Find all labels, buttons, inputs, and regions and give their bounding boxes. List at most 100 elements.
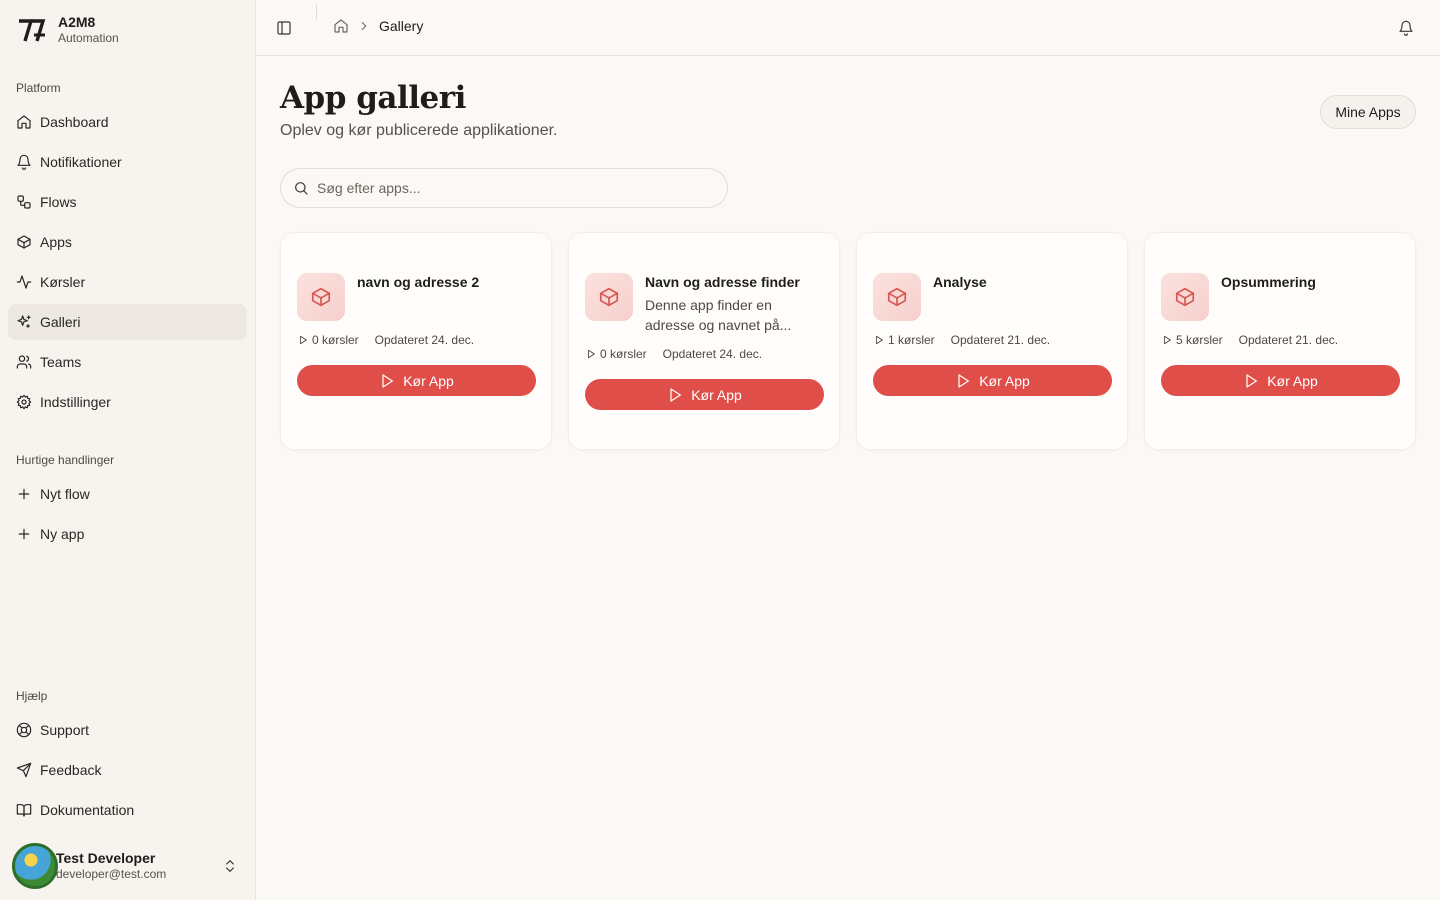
sidebar-item-label: Nyt flow xyxy=(40,486,90,502)
brand-logo xyxy=(19,19,46,42)
box-icon xyxy=(17,235,31,249)
play-icon xyxy=(958,373,970,388)
sparkles-icon xyxy=(17,315,31,328)
bell-icon xyxy=(17,154,31,170)
app-runs: 5 kørsler xyxy=(1176,333,1223,347)
app-icon xyxy=(585,273,633,321)
app-icon xyxy=(873,273,921,321)
users-icon xyxy=(16,355,32,369)
sidebar-item-indstillinger[interactable]: Indstillinger xyxy=(8,384,247,420)
app-card[interactable]: Opsummering 5 kørsler Opdateret 21. dec.… xyxy=(1144,232,1416,450)
play-icon xyxy=(1246,373,1258,388)
sidebar-item-label: Feedback xyxy=(40,762,102,778)
search-input[interactable] xyxy=(317,180,717,196)
breadcrumb: Gallery xyxy=(333,18,423,34)
app-meta: 1 kørsler Opdateret 21. dec. xyxy=(874,333,1050,347)
run-app-label: Kør App xyxy=(691,386,742,403)
section-label-platform: Platform xyxy=(16,81,61,95)
user-name: Test Developer xyxy=(56,850,156,866)
app-meta: 0 kørsler Opdateret 24. dec. xyxy=(586,347,762,361)
topbar: Gallery xyxy=(256,0,1440,56)
brand[interactable]: A2M8 Automation xyxy=(16,14,119,46)
box-icon xyxy=(311,287,331,307)
app-runs: 0 kørsler xyxy=(600,347,647,361)
sidebar-item-nyt-flow[interactable]: Nyt flow xyxy=(8,476,247,512)
sidebar-item-label: Dashboard xyxy=(40,114,109,130)
play-icon xyxy=(670,387,682,402)
home-icon[interactable] xyxy=(333,18,349,34)
sidebar-item-teams[interactable]: Teams xyxy=(8,344,247,380)
app-card[interactable]: Navn og adresse finder Denne app finder … xyxy=(568,232,840,450)
app-meta: 0 kørsler Opdateret 24. dec. xyxy=(298,333,474,347)
sidebar-item-support[interactable]: Support xyxy=(8,712,247,748)
page-title: App galleri xyxy=(280,80,466,116)
run-app-button[interactable]: Kør App xyxy=(585,379,824,410)
app-card[interactable]: navn og adresse 2 0 kørsler Opdateret 24… xyxy=(280,232,552,450)
app-updated: Opdateret 24. dec. xyxy=(374,333,475,347)
app-runs: 1 kørsler xyxy=(888,333,935,347)
sidebar-item-label: Dokumentation xyxy=(40,802,135,818)
app-icon xyxy=(1161,273,1209,321)
plus-icon xyxy=(18,488,30,500)
sidebar-item-label: Flows xyxy=(40,194,77,210)
app-card[interactable]: Analyse 1 kørsler Opdateret 21. dec. Kør… xyxy=(856,232,1128,450)
gear-icon xyxy=(16,394,32,410)
chevrons-up-down-icon xyxy=(226,860,234,872)
sidebar-item-feedback[interactable]: Feedback xyxy=(8,752,247,788)
chevron-right-icon xyxy=(361,21,367,31)
sidebar-item-label: Support xyxy=(40,722,90,738)
sidebar-item-label: Kørsler xyxy=(40,274,86,290)
home-icon xyxy=(17,115,31,129)
run-app-label: Kør App xyxy=(979,372,1030,389)
sidebar-item-dokumentation[interactable]: Dokumentation xyxy=(8,792,247,828)
sidebar-toggle-icon[interactable] xyxy=(276,20,292,36)
run-app-label: Kør App xyxy=(403,372,454,389)
app-name: Analyse xyxy=(933,274,987,290)
sidebar-item-apps[interactable]: Apps xyxy=(8,224,247,260)
sidebar-item-label: Galleri xyxy=(40,314,81,330)
section-label-help: Hjælp xyxy=(16,689,48,703)
search-icon xyxy=(295,182,308,195)
search-box xyxy=(280,168,728,208)
sidebar-item-galleri[interactable]: Galleri xyxy=(8,304,247,340)
app-meta: 5 kørsler Opdateret 21. dec. xyxy=(1162,333,1338,347)
sidebar-item-notifikationer[interactable]: Notifikationer xyxy=(8,144,247,180)
app-updated: Opdateret 24. dec. xyxy=(662,347,763,361)
run-app-button[interactable]: Kør App xyxy=(297,365,536,396)
app-updated: Opdateret 21. dec. xyxy=(950,333,1051,347)
sidebar-item-flows[interactable]: Flows xyxy=(8,184,247,220)
app-name: Navn og adresse finder xyxy=(645,274,800,290)
user-menu[interactable]: Test Developer developer@test.com xyxy=(12,840,248,892)
run-app-label: Kør App xyxy=(1267,372,1318,389)
app-description: Denne app finder en adresse og navnet på… xyxy=(645,297,792,333)
sidebar-item-label: Ny app xyxy=(40,526,85,542)
play-icon xyxy=(382,373,394,388)
brand-subtitle: Automation xyxy=(58,31,119,45)
avatar xyxy=(12,843,58,889)
app-icon xyxy=(297,273,345,321)
book-icon xyxy=(16,804,32,817)
box-icon xyxy=(887,287,907,307)
plus-icon xyxy=(18,528,30,540)
sidebar-item-dashboard[interactable]: Dashboard xyxy=(8,104,247,140)
mine-apps-button[interactable]: Mine Apps xyxy=(1320,95,1416,129)
platform-nav: Dashboard Notifikationer Flows Apps Kørs… xyxy=(8,104,247,424)
activity-icon xyxy=(16,275,32,289)
lifebuoy-icon xyxy=(16,722,32,738)
brand-name: A2M8 xyxy=(58,14,96,30)
sidebar-item-label: Apps xyxy=(40,234,72,250)
play-icon xyxy=(588,349,595,359)
bell-icon[interactable] xyxy=(1398,20,1414,36)
send-icon xyxy=(16,762,32,778)
play-icon xyxy=(300,335,307,345)
run-app-button[interactable]: Kør App xyxy=(873,365,1112,396)
app-updated: Opdateret 21. dec. xyxy=(1238,333,1339,347)
topbar-divider xyxy=(316,4,317,20)
run-app-button[interactable]: Kør App xyxy=(1161,365,1400,396)
sidebar-item-korsler[interactable]: Kørsler xyxy=(8,264,247,300)
quick-actions-nav: Nyt flow Ny app xyxy=(8,476,247,556)
breadcrumb-current: Gallery xyxy=(379,18,424,34)
box-icon xyxy=(599,287,619,307)
sidebar-item-label: Notifikationer xyxy=(40,154,122,170)
sidebar-item-ny-app[interactable]: Ny app xyxy=(8,516,247,552)
